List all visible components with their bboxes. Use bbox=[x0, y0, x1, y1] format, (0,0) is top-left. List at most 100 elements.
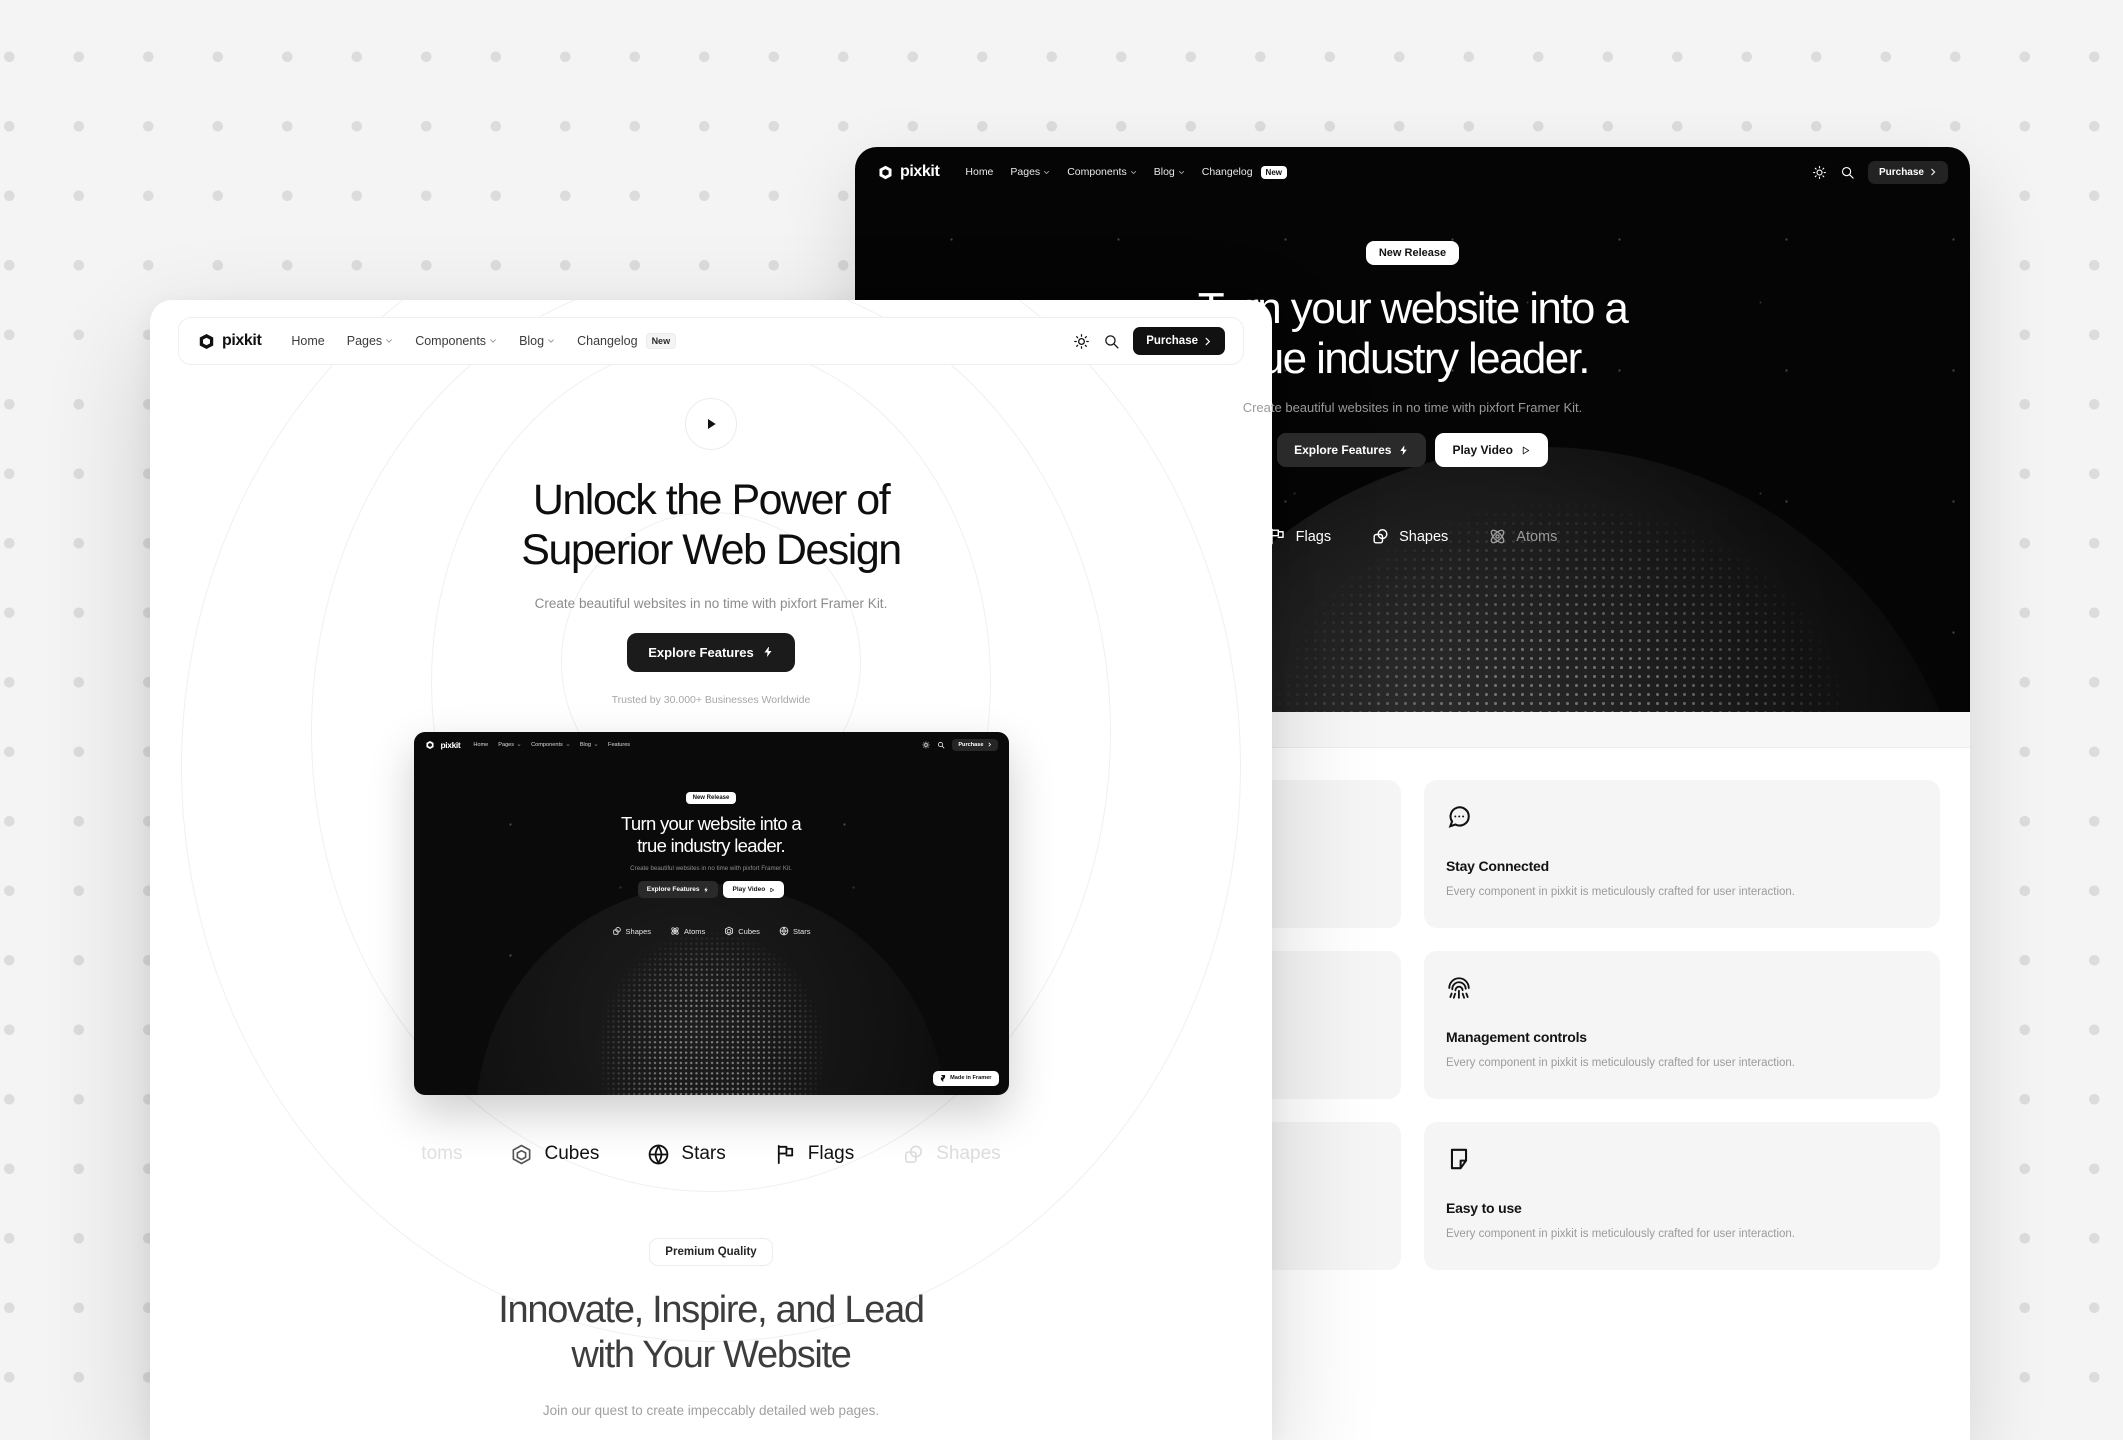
shapes-icon bbox=[905, 1145, 923, 1163]
nav-item-changelog[interactable]: Changelog New bbox=[1202, 165, 1287, 179]
star-icon bbox=[649, 1144, 669, 1165]
chip-shapes[interactable]: Shapes bbox=[1371, 527, 1448, 546]
nav-item-home[interactable]: Home bbox=[965, 166, 993, 178]
cube-icon bbox=[513, 1144, 531, 1165]
nav-item-blog[interactable]: Blog bbox=[580, 742, 598, 748]
white-navbar: pixkit Home Pages Components Blog Change… bbox=[178, 317, 1244, 365]
brand-logo[interactable]: pixkit bbox=[425, 740, 461, 750]
brand-logo[interactable]: pixkit bbox=[197, 332, 262, 351]
nav-item-components[interactable]: Components bbox=[531, 742, 570, 748]
chat-bubble-icon bbox=[1448, 806, 1470, 828]
play-video-button[interactable]: Play Video bbox=[723, 881, 785, 899]
sun-icon[interactable] bbox=[1812, 165, 1827, 180]
preview-nav-links: Home Pages Components Blog Features bbox=[473, 742, 630, 748]
sticky-note-icon bbox=[1450, 1149, 1468, 1170]
atom-icon bbox=[671, 927, 679, 935]
play-video-circle-button[interactable] bbox=[685, 398, 737, 450]
chip-flags[interactable]: Flags bbox=[1268, 527, 1331, 546]
purchase-button[interactable]: Purchase bbox=[952, 738, 998, 751]
lightning-icon bbox=[764, 647, 772, 658]
embedded-preview-card[interactable]: pixkit Home Pages Components Blog Featur… bbox=[413, 731, 1009, 1095]
chevron-down-icon bbox=[1044, 170, 1050, 174]
sun-icon[interactable] bbox=[922, 741, 930, 749]
purchase-button[interactable]: Purchase bbox=[1867, 160, 1948, 184]
cube-logo-icon bbox=[425, 740, 434, 749]
search-icon[interactable] bbox=[1103, 333, 1120, 350]
search-icon[interactable] bbox=[937, 741, 945, 749]
preview-hero-content: New Release Turn your website into a tru… bbox=[414, 758, 1009, 936]
new-badge: New bbox=[1260, 165, 1287, 179]
feature-desc: Every component in pixkit is meticulousl… bbox=[1446, 1057, 1795, 1070]
brand-logo[interactable]: pixkit bbox=[877, 163, 940, 181]
preview-nav-actions: Purchase bbox=[922, 738, 998, 751]
nav-item-pages[interactable]: Pages bbox=[347, 334, 393, 348]
framer-icon bbox=[941, 1074, 946, 1082]
chevron-right-icon bbox=[987, 742, 991, 747]
logo-marquee: toms Cubes Stars Flags Shapes bbox=[150, 1143, 1272, 1166]
preview-chips: Shapes Atoms Cubes Stars bbox=[414, 926, 1009, 936]
marquee-item-atoms[interactable]: toms bbox=[421, 1143, 462, 1165]
feature-desc: Every component in pixkit is meticulousl… bbox=[1446, 886, 1795, 898]
search-icon[interactable] bbox=[1840, 165, 1855, 180]
cube-logo-icon bbox=[199, 333, 214, 349]
trust-text: Trusted by 30.000+ Businesses Worldwide bbox=[611, 693, 811, 706]
chip-stars[interactable]: Stars bbox=[779, 926, 810, 936]
explore-features-button[interactable]: Explore Features bbox=[627, 632, 795, 672]
dark-navbar: pixkit Home Pages Components Blog Change… bbox=[855, 147, 1970, 197]
white-hero-section: Unlock the Power of Superior Web Design … bbox=[150, 365, 1272, 706]
nav-item-components[interactable]: Components bbox=[415, 334, 497, 348]
feature-title: Stay Connected bbox=[1446, 858, 1549, 874]
nav-item-blog[interactable]: Blog bbox=[519, 334, 555, 348]
feature-card[interactable]: Stay Connected Every component in pixkit… bbox=[1424, 780, 1940, 929]
chevron-down-icon bbox=[490, 339, 496, 343]
white-nav-actions: Purchase bbox=[1073, 327, 1225, 355]
marquee-item-flags[interactable]: Flags bbox=[774, 1143, 854, 1166]
nav-item-home[interactable]: Home bbox=[473, 742, 488, 748]
star-icon bbox=[779, 926, 789, 936]
chevron-down-icon bbox=[517, 743, 521, 746]
preview-subtitle: Create beautiful websites in no time wit… bbox=[630, 865, 792, 873]
shapes-icon bbox=[1373, 529, 1388, 544]
new-release-badge: New Release bbox=[1365, 241, 1460, 265]
play-icon bbox=[1522, 446, 1530, 455]
chip-atoms[interactable]: Atoms bbox=[670, 926, 705, 936]
nav-item-components[interactable]: Components bbox=[1067, 166, 1137, 178]
chevron-down-icon bbox=[1130, 170, 1136, 174]
canvas-background: pixkit Home Pages Components Blog Change… bbox=[0, 0, 2123, 1440]
purchase-button[interactable]: Purchase bbox=[1133, 327, 1225, 355]
feature-card[interactable]: Easy to use Every component in pixkit is… bbox=[1424, 1122, 1940, 1271]
brand-name: pixkit bbox=[222, 332, 262, 349]
chevron-right-icon bbox=[1205, 337, 1211, 345]
explore-features-button[interactable]: Explore Features bbox=[637, 881, 719, 899]
premium-quality-badge: Premium Quality bbox=[649, 1237, 773, 1266]
new-release-badge: New Release bbox=[685, 791, 737, 804]
atom-icon bbox=[1490, 529, 1505, 544]
nav-item-home[interactable]: Home bbox=[291, 334, 324, 348]
brand-name: pixkit bbox=[440, 739, 461, 750]
chevron-down-icon bbox=[548, 339, 554, 343]
marquee-item-stars[interactable]: Stars bbox=[647, 1143, 726, 1166]
nav-item-pages[interactable]: Pages bbox=[1010, 166, 1050, 178]
white-browser-card: pixkit Home Pages Components Blog Change… bbox=[150, 300, 1272, 1440]
preview-navbar: pixkit Home Pages Components Blog Featur… bbox=[414, 732, 1009, 758]
explore-features-button[interactable]: Explore Features bbox=[1277, 433, 1427, 468]
marquee-item-cubes[interactable]: Cubes bbox=[510, 1143, 599, 1166]
play-video-button[interactable]: Play Video bbox=[1435, 433, 1548, 468]
nav-item-changelog[interactable]: Changelog New bbox=[577, 333, 677, 349]
lightning-icon bbox=[704, 887, 709, 893]
feature-card[interactable]: Management controls Every component in p… bbox=[1424, 951, 1940, 1100]
marquee-item-shapes[interactable]: Shapes bbox=[902, 1143, 1001, 1166]
nav-item-features[interactable]: Features bbox=[608, 742, 630, 748]
chevron-right-icon bbox=[1931, 168, 1936, 176]
nav-item-blog[interactable]: Blog bbox=[1154, 166, 1185, 178]
sun-icon[interactable] bbox=[1073, 333, 1090, 350]
chip-cubes[interactable]: Cubes bbox=[724, 926, 760, 936]
chevron-down-icon bbox=[594, 743, 598, 746]
nav-item-pages[interactable]: Pages bbox=[498, 742, 521, 748]
feature-title: Management controls bbox=[1446, 1029, 1587, 1046]
chip-atoms[interactable]: Atoms bbox=[1488, 527, 1557, 546]
new-badge: New bbox=[645, 333, 677, 349]
white-hero-subtitle: Create beautiful websites in no time wit… bbox=[534, 595, 888, 611]
play-icon bbox=[708, 419, 716, 429]
chip-shapes[interactable]: Shapes bbox=[612, 926, 651, 936]
